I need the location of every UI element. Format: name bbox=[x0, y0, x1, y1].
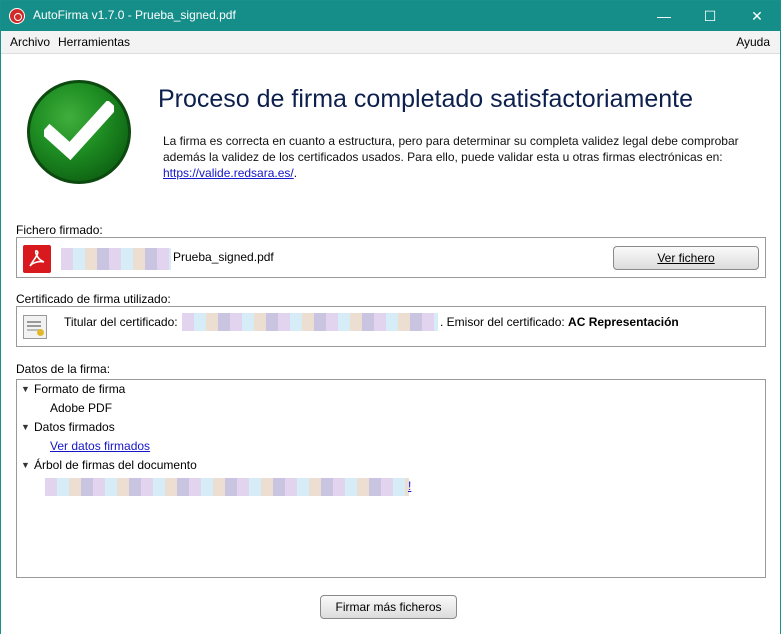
cert-titular-label: Titular del certificado: bbox=[64, 315, 178, 329]
result-description-text: La firma es correcta en cuanto a estruct… bbox=[163, 134, 739, 164]
menu-herramientas[interactable]: Herramientas bbox=[58, 35, 130, 49]
tree-node-signature-tree[interactable]: Árbol de firmas del documento bbox=[34, 458, 197, 472]
redacted-titular bbox=[182, 313, 438, 331]
certificate-panel: Titular del certificado: . Emisor del ce… bbox=[16, 306, 766, 347]
app-window: AutoFirma v1.7.0 - Prueba_signed.pdf — ☐… bbox=[0, 0, 781, 634]
signed-file-panel: Prueba_signed.pdf Ver fichero bbox=[16, 237, 766, 278]
tree-node-signed[interactable]: Datos firmados bbox=[34, 420, 115, 434]
file-section-label: Fichero firmado: bbox=[16, 223, 103, 237]
tree-node-format[interactable]: Formato de firma bbox=[34, 382, 125, 396]
cert-section-label: Certificado de firma utilizado: bbox=[16, 292, 171, 306]
expand-signed-icon[interactable]: ▼ bbox=[21, 422, 30, 432]
menu-ayuda[interactable]: Ayuda bbox=[736, 35, 770, 49]
signer-link[interactable]: ! bbox=[408, 479, 411, 493]
expand-format-icon[interactable]: ▼ bbox=[21, 384, 30, 394]
sign-more-files-button[interactable]: Firmar más ficheros bbox=[320, 595, 457, 619]
close-button[interactable]: ✕ bbox=[734, 1, 780, 31]
redacted-signer bbox=[45, 478, 409, 496]
menu-bar: Archivo Herramientas Ayuda bbox=[1, 31, 780, 53]
pdf-icon bbox=[23, 245, 51, 273]
maximize-button[interactable]: ☐ bbox=[687, 1, 733, 31]
menu-archivo[interactable]: Archivo bbox=[10, 35, 50, 49]
view-file-button-label: Ver fichero bbox=[657, 251, 715, 265]
window-title: AutoFirma v1.7.0 - Prueba_signed.pdf bbox=[33, 8, 236, 22]
success-check-icon bbox=[27, 80, 131, 184]
signed-file-name: Prueba_signed.pdf bbox=[173, 250, 274, 264]
result-description-end: . bbox=[293, 166, 298, 180]
cert-emisor-value: AC Representación bbox=[568, 315, 679, 329]
certificate-icon bbox=[23, 315, 47, 339]
view-file-button[interactable]: Ver fichero bbox=[613, 246, 759, 270]
valide-link[interactable]: https://valide.redsara.es/ bbox=[163, 166, 294, 180]
result-heading: Proceso de firma completado satisfactori… bbox=[158, 85, 693, 113]
tree-node-format-value: Adobe PDF bbox=[50, 401, 113, 415]
cert-emisor: . Emisor del certificado: AC Representac… bbox=[440, 315, 679, 329]
signature-tree-panel: ▼ Formato de firma Adobe PDF ▼ Datos fir… bbox=[16, 379, 766, 578]
signature-data-label: Datos de la firma: bbox=[16, 362, 111, 376]
cert-emisor-label: . Emisor del certificado: bbox=[440, 315, 569, 329]
sign-more-files-label: Firmar más ficheros bbox=[335, 600, 442, 614]
redacted-path bbox=[61, 248, 171, 270]
title-bar[interactable]: AutoFirma v1.7.0 - Prueba_signed.pdf — ☐… bbox=[1, 1, 780, 31]
autofirma-logo-icon bbox=[9, 8, 25, 24]
expand-tree-icon[interactable]: ▼ bbox=[21, 460, 30, 470]
minimize-button[interactable]: — bbox=[641, 1, 687, 31]
view-signed-data-link[interactable]: Ver datos firmados bbox=[50, 439, 150, 453]
result-description: La firma es correcta en cuanto a estruct… bbox=[163, 133, 753, 181]
